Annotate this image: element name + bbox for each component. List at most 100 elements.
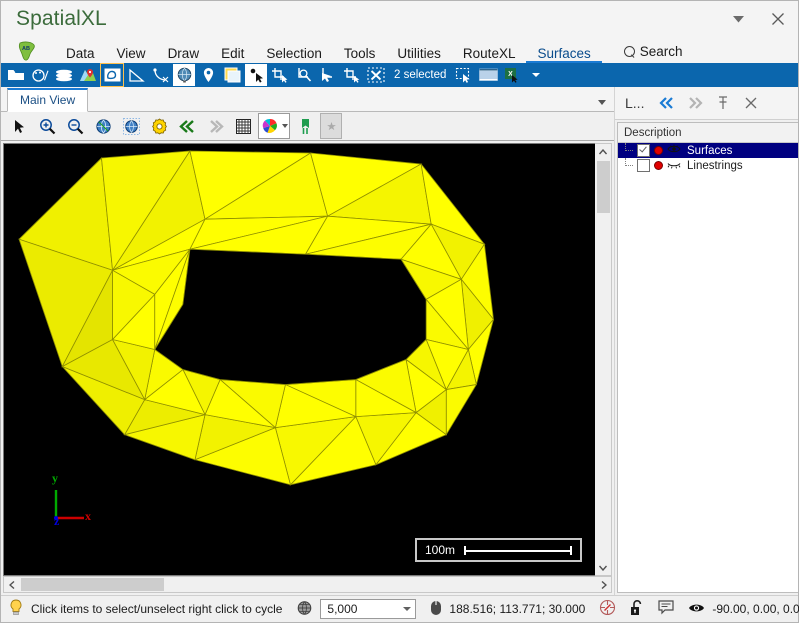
status-hint-cell: Click items to select/unselect right cli… [1,597,289,621]
excel-export-icon[interactable]: X [501,64,523,86]
dock-title: L... [625,95,645,111]
previous-view-icon[interactable] [174,114,200,138]
dock-close-button[interactable] [738,90,764,116]
axis-label-x: x [85,509,91,523]
tree-guide [620,158,634,173]
search-icon [621,43,638,60]
tab-overflow-icon[interactable] [598,100,606,105]
menu-item-routexl[interactable]: RouteXL [452,42,527,63]
grid-icon[interactable] [230,114,256,138]
scroll-down-icon[interactable] [596,560,611,575]
clear-selection-icon[interactable] [365,64,387,86]
select-pointer-icon[interactable] [245,64,267,86]
scale-combobox[interactable]: 5,000 [320,599,417,619]
3d-viewport[interactable]: y x z 100m [3,143,595,576]
status-bar: Click items to select/unselect right cli… [1,595,799,622]
settings-gear-icon[interactable] [146,114,172,138]
zoom-out-icon[interactable] [62,114,88,138]
view-tab-strip: Main View [1,87,614,112]
message-note-icon[interactable] [658,600,674,618]
titlebar-dropdown-button[interactable] [718,2,758,36]
close-button[interactable] [758,2,798,36]
menu-item-selection[interactable]: Selection [255,42,333,63]
palette-brush-icon[interactable] [29,64,51,86]
tree-guide [620,143,634,158]
menu-item-draw[interactable]: Draw [157,42,211,63]
dock-next-button[interactable] [682,90,708,116]
scroll-up-icon[interactable] [596,144,611,159]
globe-zoom-selected-icon[interactable] [118,114,144,138]
crop-pointer-icon[interactable] [317,64,339,86]
table-list-icon[interactable] [477,64,499,86]
scroll-left-icon[interactable] [4,577,19,592]
page-layout-icon[interactable] [221,64,243,86]
vector-curve-icon[interactable] [149,64,171,86]
eye-closed-icon[interactable] [667,159,681,172]
tree-label-surfaces: Surfaces [687,144,733,157]
unlocked-padlock-icon[interactable] [630,599,644,619]
lightbulb-icon [8,599,24,619]
layers-icon[interactable] [53,64,75,86]
dock-prev-button[interactable] [654,90,680,116]
map-pin-icon[interactable] [77,64,99,86]
svg-text:AB: AB [22,46,30,52]
vertical-scroll-thumb[interactable] [596,161,610,213]
main-body: Main View y x z 100m L... Description Su… [1,87,798,595]
color-palette-icon[interactable] [258,113,290,139]
tree-row-linestrings[interactable]: Linestrings [618,158,798,173]
status-lock-cell[interactable] [623,597,651,621]
menu-item-view[interactable]: View [106,42,157,63]
globe-icon[interactable] [173,64,195,86]
snap-target-icon[interactable] [599,599,616,619]
open-folder-icon[interactable] [5,64,27,86]
menu-bar: AB Data View Draw Edit Selection Tools U… [1,37,798,63]
eye-view-icon [688,602,705,617]
status-snap-cell[interactable] [592,597,623,621]
viewport-horizontal-scrollbar[interactable] [3,576,612,593]
measure-angle-icon[interactable] [125,64,147,86]
menu-item-data[interactable]: Data [55,42,106,63]
mouse-icon [430,600,442,619]
layer-color-marker [654,146,663,155]
next-view-icon[interactable] [202,114,228,138]
location-marker-icon[interactable] [197,64,219,86]
viewport-vertical-scrollbar[interactable] [595,143,612,576]
select-window-icon[interactable] [453,64,475,86]
menu-item-utilities[interactable]: Utilities [386,42,452,63]
visibility-checkbox-linestrings[interactable] [637,159,650,172]
tab-main-view[interactable]: Main View [7,88,89,112]
view-pane: Main View y x z 100m [1,87,614,595]
scroll-right-icon[interactable] [596,577,611,592]
zoom-in-icon[interactable] [34,114,60,138]
app-logo-icon[interactable]: AB [7,39,47,63]
dock-pin-button[interactable] [710,90,736,116]
star-icon [320,113,342,139]
crop-plain-icon[interactable] [341,64,363,86]
globe-zoom-extents-icon[interactable] [90,114,116,138]
horizontal-scroll-thumb[interactable] [21,578,164,591]
crop-select-icon[interactable] [269,64,291,86]
visibility-checkbox-surfaces[interactable] [637,144,650,157]
application-window: SpatialXL AB Data View Draw Edit Selecti… [0,0,799,623]
tree-row-surfaces[interactable]: Surfaces [618,143,798,158]
menu-search[interactable]: Search [616,42,694,63]
menu-item-tools[interactable]: Tools [333,42,387,63]
view-toolbar [1,112,614,141]
bookmark-flag-icon[interactable] [292,114,318,138]
menu-item-surfaces[interactable]: Surfaces [526,42,602,63]
dock-header: L... [615,87,798,120]
chevron-down-icon[interactable] [403,607,412,611]
scale-bar-label: 100m [424,543,455,557]
status-hint-text: Click items to select/unselect right cli… [31,602,283,616]
eye-open-icon[interactable] [667,144,681,157]
app-title: SpatialXL [16,7,107,30]
crop-zoom-icon[interactable] [293,64,315,86]
menu-item-edit[interactable]: Edit [210,42,255,63]
layer-color-marker [654,161,663,170]
overflow-caret-icon[interactable] [525,64,547,86]
boundary-icon[interactable] [100,63,124,87]
status-scale-cell: 5,000 [289,597,423,621]
status-note-cell[interactable] [651,597,681,621]
pointer-icon[interactable] [6,114,32,138]
axis-gizmo: y x z [48,471,94,528]
